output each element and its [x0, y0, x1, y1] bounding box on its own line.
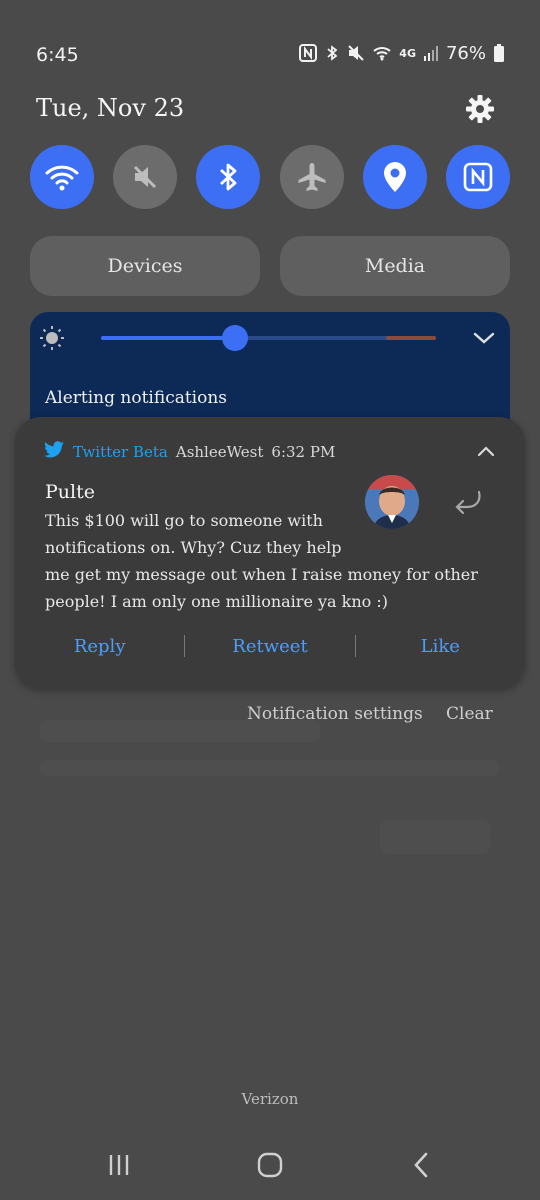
sound-toggle[interactable]	[113, 145, 178, 209]
mute-icon	[347, 42, 365, 64]
navigation-bar	[0, 1140, 540, 1190]
notification-sender: Pulte	[45, 481, 95, 503]
nfc-toggle[interactable]	[445, 145, 510, 209]
signal-icon	[423, 42, 438, 64]
background-blur	[380, 820, 490, 854]
battery-percent: 76%	[445, 42, 486, 64]
carrier-label: Verizon	[241, 1090, 299, 1108]
wifi-icon	[373, 42, 391, 64]
devices-button[interactable]: Devices	[30, 236, 260, 296]
notification-message: This $100 will go to someone with notifi…	[45, 507, 478, 615]
twitter-bird-icon	[43, 441, 65, 463]
reply-icon[interactable]	[453, 489, 485, 519]
bluetooth-icon	[220, 163, 237, 191]
location-icon	[383, 162, 406, 192]
bluetooth-toggle[interactable]	[196, 145, 261, 209]
brightness-slider[interactable]	[101, 325, 436, 351]
wifi-toggle[interactable]	[30, 145, 94, 209]
4g-icon: 4G	[399, 46, 416, 60]
notification-settings-link[interactable]: Notification settings	[247, 704, 423, 724]
app-name: Twitter Beta	[73, 443, 168, 461]
reply-button[interactable]: Reply	[15, 636, 184, 657]
chevron-up-icon[interactable]	[477, 443, 495, 457]
back-icon[interactable]	[403, 1150, 439, 1180]
background-blur	[40, 760, 500, 776]
message-line: me get my message out when I raise money…	[45, 565, 478, 584]
notification-card[interactable]: Twitter Beta AshleeWest 6:32 PM Pulte Th…	[15, 417, 525, 689]
airplane-toggle[interactable]	[279, 145, 344, 209]
date-label: Tue, Nov 23	[36, 94, 185, 122]
notification-header: Twitter Beta AshleeWest 6:32 PM	[43, 441, 335, 463]
brightness-slider-thumb[interactable]	[222, 325, 248, 351]
location-toggle[interactable]	[362, 145, 427, 209]
brightness-icon	[38, 324, 66, 352]
settings-gear-icon[interactable]	[464, 93, 496, 125]
notification-actions: Reply Retweet Like	[15, 635, 525, 657]
quick-settings-row	[30, 145, 510, 209]
airplane-icon	[298, 163, 326, 191]
notification-time: 6:32 PM	[271, 443, 336, 461]
recent-apps-icon[interactable]	[101, 1150, 137, 1180]
status-time: 6:45	[36, 44, 79, 66]
section-label: Alerting notifications	[45, 388, 228, 408]
clear-button[interactable]: Clear	[446, 704, 493, 724]
mute-icon	[134, 165, 157, 189]
retweet-button[interactable]: Retweet	[185, 636, 354, 657]
notification-account: AshleeWest	[175, 443, 264, 461]
brightness-slider-fill	[101, 336, 235, 340]
brightness-slider-end	[386, 336, 436, 340]
message-line: notifications on. Why? Cuz they help	[45, 538, 342, 557]
home-icon[interactable]	[252, 1150, 288, 1180]
bluetooth-icon	[325, 42, 339, 64]
wifi-icon	[45, 165, 79, 191]
message-line: people! I am only one millionaire ya kno…	[45, 592, 389, 611]
avatar	[365, 475, 419, 529]
nfc-icon	[299, 42, 318, 64]
status-icons: 4G 76%	[299, 42, 504, 64]
media-button[interactable]: Media	[280, 236, 510, 296]
battery-icon	[494, 42, 504, 64]
like-button[interactable]: Like	[356, 636, 525, 657]
nfc-icon	[463, 162, 493, 192]
chevron-down-icon[interactable]	[473, 328, 495, 348]
